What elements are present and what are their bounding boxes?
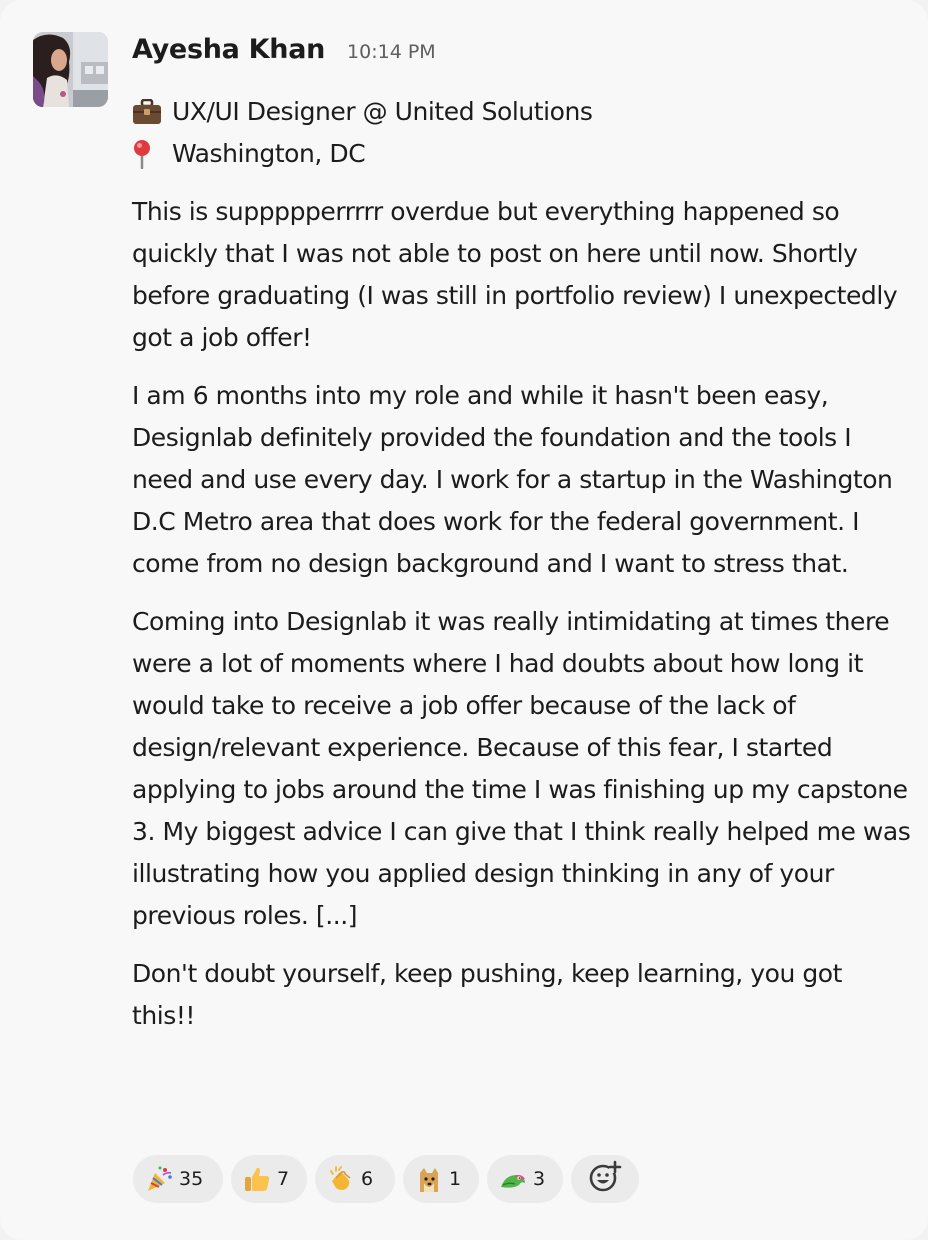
reaction-count: 1: [449, 1168, 462, 1190]
party-parrot-icon: [499, 1165, 527, 1193]
reactions-bar: 35 7 6 1 3: [133, 1155, 639, 1203]
message-body: UX/UI Designer @ United Solutions Washin…: [132, 91, 912, 1037]
message-paragraph: I am 6 months into my role and while it …: [132, 381, 893, 578]
reaction-party-popper[interactable]: 35: [133, 1155, 223, 1203]
author-name[interactable]: Ayesha Khan: [132, 34, 325, 65]
reaction-party-parrot[interactable]: 3: [487, 1155, 563, 1203]
reaction-count: 6: [361, 1168, 374, 1190]
reaction-clapping-hands[interactable]: 6: [315, 1155, 395, 1203]
message-paragraph: Coming into Designlab it was really inti…: [132, 607, 911, 930]
reaction-count: 3: [533, 1168, 546, 1190]
message-header: Ayesha Khan 10:14 PM: [132, 34, 436, 65]
profile-role-line: UX/UI Designer @ United Solutions: [132, 91, 912, 133]
briefcase-icon: [132, 99, 164, 125]
reaction-doge[interactable]: 1: [403, 1155, 479, 1203]
profile-location: Washington, DC: [172, 139, 366, 168]
round-pushpin-icon: [132, 139, 164, 169]
timestamp[interactable]: 10:14 PM: [347, 41, 436, 63]
message-paragraph: Don't doubt yourself, keep pushing, keep…: [132, 959, 842, 1030]
profile-location-line: Washington, DC: [132, 133, 912, 175]
message-card: Ayesha Khan 10:14 PM UX/UI Designer @ Un…: [0, 0, 928, 1240]
party-popper-icon: [145, 1165, 173, 1193]
reaction-count: 35: [179, 1168, 204, 1190]
profile-role: UX/UI Designer @ United Solutions: [172, 97, 593, 126]
thumbs-up-icon: [243, 1165, 271, 1193]
reaction-count: 7: [277, 1168, 290, 1190]
add-reaction-button[interactable]: [571, 1155, 639, 1203]
doge-icon: [415, 1165, 443, 1193]
avatar[interactable]: [33, 32, 108, 107]
message-paragraph: This is suppppperrrrr overdue but everyt…: [132, 197, 898, 352]
reaction-thumbs-up[interactable]: 7: [231, 1155, 307, 1203]
clapping-hands-icon: [327, 1165, 355, 1193]
add-reaction-icon: [587, 1159, 623, 1199]
